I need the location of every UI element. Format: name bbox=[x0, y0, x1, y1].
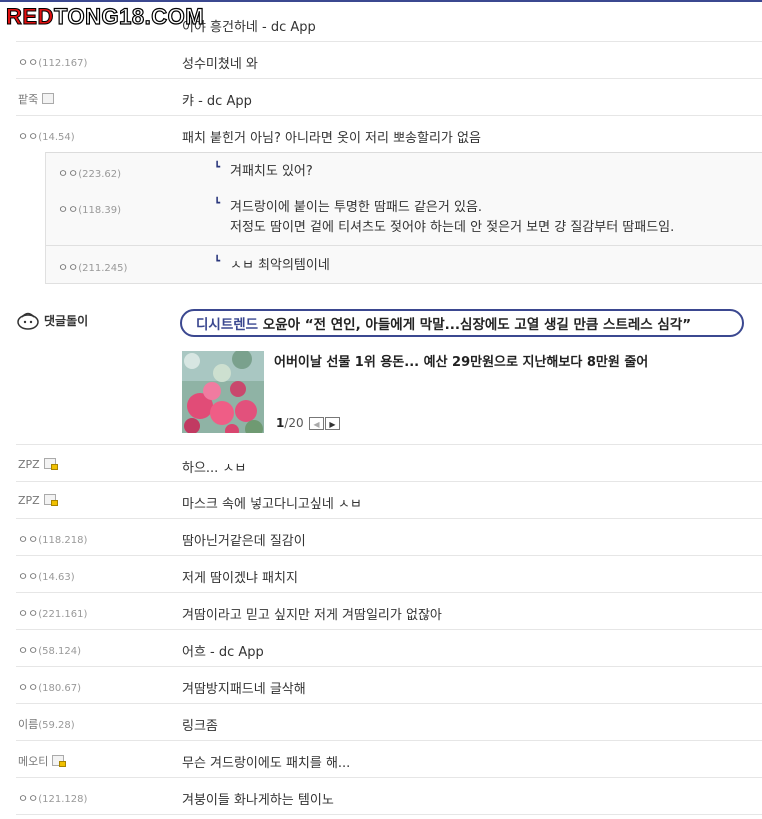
comment-text: 캬 - dc App bbox=[182, 94, 252, 109]
comment-row: ㅇㅇ(14.63) 저게 땀이겠냐 패치지 bbox=[16, 556, 762, 593]
trend-headline-link[interactable]: 디시트렌드 오윤아 “전 연인, 아들에게 막말...심장에도 고열 생길 만큼… bbox=[180, 309, 744, 337]
news-title-link[interactable]: 어버이날 선물 1위 용돈... 예산 29만원으로 지난해보다 8만원 줄어 bbox=[274, 351, 648, 370]
comment-author[interactable]: ㅇㅇ(223.62) bbox=[58, 165, 121, 181]
comment-text: 겨땀이라고 믿고 싶지만 저게 겨땀일리가 없잖아 bbox=[182, 608, 442, 623]
site-watermark: REDTONG18.COM bbox=[6, 3, 205, 29]
comment-text-line2: 저정도 땀이면 겉에 티셔츠도 젖어야 하는데 안 젖은거 보면 걍 질감부터 … bbox=[230, 220, 675, 235]
comment-text: 겨드랑이에 붙이는 투명한 땀패드 같은거 있음. bbox=[230, 200, 483, 215]
news-thumbnail[interactable] bbox=[182, 351, 264, 433]
comment-bot-label: 댓글돌이 bbox=[44, 314, 89, 328]
chevron-right-icon[interactable]: ▶ bbox=[325, 417, 340, 430]
dcbot-icon bbox=[17, 312, 39, 330]
gallog-icon bbox=[52, 755, 67, 767]
comment-author[interactable]: 메오티 bbox=[18, 753, 67, 769]
chevron-left-icon[interactable]: ◀ bbox=[309, 417, 324, 430]
comment-author[interactable]: ㅇㅇ(118.39) bbox=[58, 201, 121, 217]
comment-text: 성수미쳤네 와 bbox=[182, 57, 258, 72]
comment-text: 겨땀방지패드네 글삭해 bbox=[182, 682, 306, 697]
reply-arrow-icon: ┗ bbox=[214, 256, 221, 267]
comment-author[interactable]: 팥죽 bbox=[18, 91, 55, 107]
comment-author[interactable]: ㅇㅇ(118.218) bbox=[18, 531, 87, 547]
comment-row: ZPZ 마스크 속에 넣고다니고싶네 ㅅㅂ bbox=[16, 482, 762, 519]
comment-row: ㅇㅇ(112.167) 성수미쳤네 와 bbox=[16, 42, 762, 79]
top-border bbox=[0, 0, 762, 2]
comment-text: ㅅㅂ 최악의템이네 bbox=[230, 258, 330, 273]
comment-row: ㅇㅇ(180.67) 겨땀방지패드네 글삭해 bbox=[16, 667, 762, 704]
gallog-icon bbox=[43, 458, 58, 470]
comment-row: 이름(59.28) 링크좀 bbox=[16, 704, 762, 741]
comment-bot-block: 댓글돌이 디시트렌드 오윤아 “전 연인, 아들에게 막말...심장에도 고열 … bbox=[16, 296, 762, 445]
comment-row: ㅇㅇ(221.161) 겨땀이라고 믿고 싶지만 저게 겨땀일리가 없잖아 bbox=[16, 593, 762, 630]
comment-author[interactable]: ㅇㅇ(180.67) bbox=[18, 679, 81, 695]
reply-arrow-icon: ┗ bbox=[214, 162, 221, 173]
comment-row: ㅇㅇ(121.128) 겨붕이들 화나게하는 템이노 bbox=[16, 778, 762, 815]
comment-text: 마스크 속에 넣고다니고싶네 ㅅㅂ bbox=[182, 497, 362, 512]
comment-text: 어흐 - dc App bbox=[182, 645, 264, 660]
news-pager: 1/20 bbox=[276, 416, 304, 430]
comment-author[interactable]: ㅇㅇ(58.124) bbox=[18, 642, 81, 658]
comment-text: 링크좀 bbox=[182, 719, 218, 734]
comment-author[interactable]: ㅇㅇ(112.167) bbox=[18, 54, 87, 70]
comment-author[interactable]: 이름(59.28) bbox=[18, 716, 75, 732]
comment-author[interactable]: ㅇㅇ(121.128) bbox=[18, 790, 87, 806]
reply-row: ㅇㅇ(223.62) ┗ 겨패치도 있어? bbox=[45, 152, 762, 190]
fixed-nick-icon bbox=[42, 93, 55, 104]
comment-text: 무슨 겨드랑이에도 패치를 해... bbox=[182, 756, 351, 771]
gallog-icon bbox=[43, 494, 58, 506]
comment-row: 메오티 무슨 겨드랑이에도 패치를 해... bbox=[16, 741, 762, 778]
comment-row: ㅇㅇ(58.124) 어흐 - dc App bbox=[16, 630, 762, 667]
comment-text: 겨붕이들 화나게하는 템이노 bbox=[182, 793, 334, 808]
comment-row: 팥죽 캬 - dc App bbox=[16, 79, 762, 116]
reply-row: ㅇㅇ(118.39) ┗ 겨드랑이에 붙이는 투명한 땀패드 같은거 있음. 저… bbox=[45, 189, 762, 246]
comment-author[interactable]: ㅇㅇ(14.54) bbox=[18, 128, 75, 144]
comment-row: ZPZ 하으... ㅅㅂ bbox=[16, 445, 762, 482]
comment-author[interactable]: ZPZ bbox=[18, 458, 58, 471]
comment-author[interactable]: ㅇㅇ(211.245) bbox=[58, 259, 127, 275]
comment-row: ㅇㅇ(118.218) 땀아닌거같은데 질감이 bbox=[16, 519, 762, 556]
comment-text: 저게 땀이겠냐 패치지 bbox=[182, 571, 298, 586]
comment-text: 패치 붙힌거 아님? 아니라면 옷이 저리 뽀송할리가 없음 bbox=[182, 131, 481, 146]
comment-author[interactable]: ㅇㅇ(221.161) bbox=[18, 605, 87, 621]
comment-text: 땀아닌거같은데 질감이 bbox=[182, 534, 306, 549]
comment-text: 하으... ㅅㅂ bbox=[182, 461, 247, 476]
comment-row: ㅇㅇ(14.54) 패치 붙힌거 아님? 아니라면 옷이 저리 뽀송할리가 없음 bbox=[16, 116, 762, 152]
comment-author[interactable]: ZPZ bbox=[18, 494, 58, 507]
reply-row: ㅇㅇ(211.245) ┗ ㅅㅂ 최악의템이네 bbox=[45, 246, 762, 284]
comment-text: 겨패치도 있어? bbox=[230, 164, 313, 179]
comment-author[interactable]: ㅇㅇ(14.63) bbox=[18, 568, 75, 584]
reply-arrow-icon: ┗ bbox=[214, 198, 221, 209]
